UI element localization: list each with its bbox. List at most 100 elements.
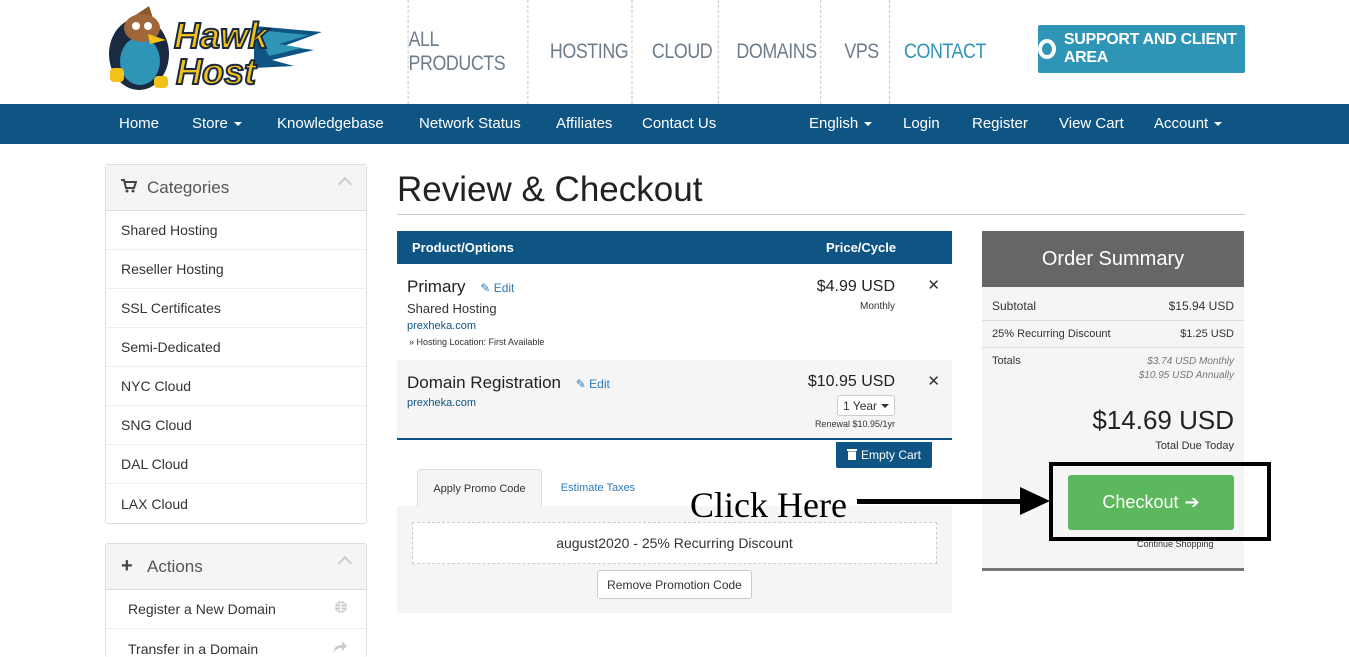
top-nav-cloud[interactable]: CLOUD: [646, 0, 719, 104]
lifebuoy-icon: [1038, 39, 1056, 59]
svg-text:Host: Host: [176, 51, 258, 92]
nav-language[interactable]: English: [809, 104, 873, 144]
top-nav-contact[interactable]: CONTACT: [903, 0, 988, 104]
annotation-arrow-head-icon: [1020, 487, 1050, 515]
checkout-label: Checkout: [1102, 492, 1179, 512]
top-nav-hosting[interactable]: HOSTING: [547, 0, 633, 104]
nav-store-label: Store: [192, 115, 228, 132]
nav-view-cart[interactable]: View Cart: [1059, 104, 1124, 144]
totals-label: Totals: [992, 355, 1021, 367]
categories-panel: Categories Shared Hosting Reseller Hosti…: [105, 164, 367, 524]
summary-divider: [982, 320, 1244, 321]
order-summary-title: Order Summary: [982, 231, 1244, 287]
support-client-area-button[interactable]: SUPPORT AND CLIENT AREA: [1038, 25, 1245, 73]
tab-estimate-taxes[interactable]: Estimate Taxes: [548, 469, 648, 507]
caret-down-icon: [233, 122, 242, 127]
category-dal-cloud[interactable]: DAL Cloud: [106, 445, 366, 484]
category-semi-dedicated[interactable]: Semi-Dedicated: [106, 328, 366, 367]
discount-row: 25% Recurring Discount $1.25 USD: [992, 328, 1234, 340]
top-nav-all-products[interactable]: ALL PRODUCTS: [407, 0, 529, 104]
plus-icon: +: [121, 555, 133, 577]
edit-label: Edit: [493, 281, 515, 295]
totals-monthly: $3.74 USD Monthly: [1147, 356, 1234, 367]
actions-title: Actions: [147, 556, 203, 576]
category-ssl-certificates[interactable]: SSL Certificates: [106, 289, 366, 328]
top-nav: ALL PRODUCTS HOSTING CLOUD DOMAINS VPS C…: [397, 0, 995, 104]
category-lax-cloud[interactable]: LAX Cloud: [106, 484, 366, 523]
nav-login[interactable]: Login: [903, 104, 940, 144]
categories-title: Categories: [147, 177, 230, 197]
product-name: Domain Registration: [407, 373, 562, 392]
annotation-arrow-shaft: [857, 499, 1023, 504]
top-nav-domains[interactable]: DOMAINS: [733, 0, 822, 104]
renewal-price: Renewal $10.95/1yr: [814, 419, 895, 429]
pencil-icon: ✎: [575, 377, 586, 391]
chevron-up-icon[interactable]: [337, 176, 353, 192]
nav-account[interactable]: Account: [1154, 104, 1223, 144]
subtotal-value: $15.94 USD: [1168, 299, 1234, 313]
top-nav-vps[interactable]: VPS: [834, 0, 891, 104]
nav-network-status[interactable]: Network Status: [419, 104, 521, 144]
tab-apply-promo[interactable]: Apply Promo Code: [417, 469, 542, 507]
remove-item-icon[interactable]: ✕: [927, 276, 940, 294]
action-transfer-domain[interactable]: Transfer in a Domain: [106, 629, 366, 657]
category-shared-hosting[interactable]: Shared Hosting: [106, 211, 366, 250]
col-price-cycle: Price/Cycle: [826, 240, 897, 255]
main-navbar: Home Store Knowledgebase Network Status …: [0, 104, 1349, 144]
pencil-icon: ✎: [480, 281, 491, 295]
cart-item-name: Domain Registration ✎ Edit: [407, 373, 610, 393]
nav-affiliates[interactable]: Affiliates: [556, 104, 612, 144]
totals-annually: $10.95 USD Annually: [1138, 370, 1234, 381]
share-arrow-icon: [332, 640, 348, 657]
summary-divider: [982, 347, 1244, 348]
product-price: $10.95 USD: [807, 373, 895, 390]
registration-period-select[interactable]: 1 Year: [837, 395, 895, 416]
actions-header[interactable]: + Actions: [106, 544, 366, 590]
trash-icon: [846, 448, 857, 463]
caret-down-icon: [1214, 122, 1223, 127]
nav-language-label: English: [809, 115, 859, 132]
applied-promo-code: august2020 - 25% Recurring Discount: [412, 522, 937, 564]
empty-cart-button[interactable]: Empty Cart: [836, 442, 932, 468]
nav-account-label: Account: [1154, 115, 1209, 132]
cart-item-name: Primary ✎ Edit: [407, 277, 514, 297]
discount-label: 25% Recurring Discount: [992, 328, 1111, 340]
hawkhost-logo[interactable]: Hawk Host: [104, 6, 324, 94]
continue-shopping-link[interactable]: Continue Shopping: [1137, 539, 1214, 549]
caret-down-icon: [881, 403, 890, 408]
action-register-domain[interactable]: Register a New Domain: [106, 590, 366, 629]
globe-icon: [334, 600, 348, 618]
total-due-amount: $14.69 USD: [1092, 405, 1234, 435]
cart-item-primary: Primary ✎ Edit Shared Hosting prexheka.c…: [397, 264, 952, 360]
product-domain: prexheka.com: [407, 397, 477, 409]
chevron-up-icon[interactable]: [337, 555, 353, 571]
categories-header[interactable]: Categories: [106, 165, 366, 211]
action-transfer-domain-label: Transfer in a Domain: [128, 640, 259, 657]
category-nyc-cloud[interactable]: NYC Cloud: [106, 367, 366, 406]
nav-knowledgebase[interactable]: Knowledgebase: [277, 104, 384, 144]
hosting-location-note: » Hosting Location: First Available: [409, 337, 545, 347]
subtotal-row: Subtotal $15.94 USD: [992, 299, 1234, 313]
nav-home[interactable]: Home: [119, 104, 159, 144]
category-reseller-hosting[interactable]: Reseller Hosting: [106, 250, 366, 289]
checkout-button[interactable]: Checkout ➔: [1068, 475, 1234, 530]
product-price: $4.99 USD: [816, 278, 895, 295]
nav-store[interactable]: Store: [192, 104, 242, 144]
edit-link[interactable]: ✎ Edit: [480, 281, 514, 295]
edit-link[interactable]: ✎ Edit: [576, 377, 610, 391]
action-register-domain-label: Register a New Domain: [128, 601, 276, 617]
remove-promotion-button[interactable]: Remove Promotion Code: [597, 570, 752, 599]
total-due-label: Total Due Today: [1155, 440, 1234, 452]
product-group: Shared Hosting: [407, 301, 497, 316]
col-product-options: Product/Options: [412, 240, 514, 255]
title-divider: [397, 214, 1245, 215]
shopping-cart-icon: [121, 178, 138, 197]
svg-text:Hawk: Hawk: [174, 15, 270, 56]
registration-period-value: 1 Year: [843, 398, 878, 413]
remove-item-icon[interactable]: ✕: [927, 372, 940, 390]
category-sng-cloud[interactable]: SNG Cloud: [106, 406, 366, 445]
site-header: Hawk Host ALL PRODUCTS HOSTING CLOUD DOM…: [0, 0, 1349, 104]
empty-cart-label: Empty Cart: [860, 448, 921, 462]
nav-register[interactable]: Register: [972, 104, 1028, 144]
nav-contact-us[interactable]: Contact Us: [642, 104, 716, 144]
